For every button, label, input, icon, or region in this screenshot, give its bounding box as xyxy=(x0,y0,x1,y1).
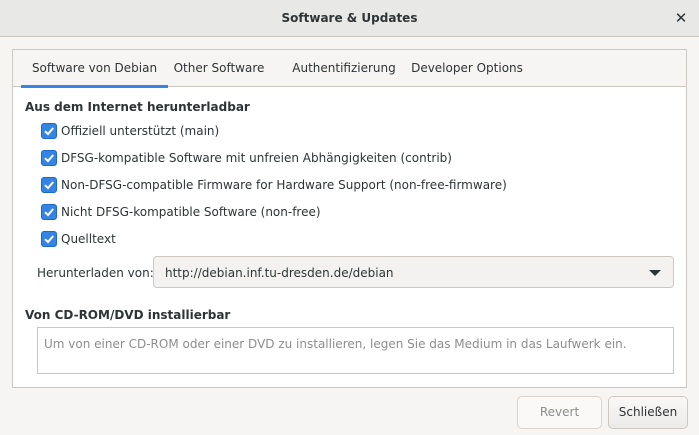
component-non-free[interactable]: Nicht DFSG-kompatible Software (non-free… xyxy=(41,203,321,221)
component-source[interactable]: Quelltext xyxy=(41,230,116,248)
download-from-label: Herunterladen von: xyxy=(37,266,154,280)
titlebar: Software & Updates ✕ xyxy=(0,0,699,37)
revert-button[interactable]: Revert xyxy=(517,396,602,429)
notebook: Software von Debian Other Software Authe… xyxy=(12,49,687,388)
close-button[interactable]: Schließen xyxy=(608,396,688,429)
mirror-value: http://debian.inf.tu-dresden.de/debian xyxy=(165,266,394,280)
tab-other-software[interactable]: Other Software xyxy=(168,50,270,87)
cdrom-list: Um von einer CD-ROM oder einer DVD zu in… xyxy=(37,327,674,374)
non-free-label: Nicht DFSG-kompatible Software (non-free… xyxy=(61,205,321,219)
internet-section-heading: Aus dem Internet herunterladbar xyxy=(25,100,250,114)
tab-bar: Software von Debian Other Software Authe… xyxy=(13,50,686,88)
mirror-dropdown[interactable]: http://debian.inf.tu-dresden.de/debian xyxy=(153,256,674,288)
component-non-free-firmware[interactable]: Non-DFSG-compatible Firmware for Hardwar… xyxy=(41,176,507,194)
contrib-checkbox[interactable] xyxy=(41,150,57,166)
chevron-down-icon xyxy=(649,270,661,276)
tab-developer-options[interactable]: Developer Options xyxy=(409,50,525,87)
checkmark-icon xyxy=(44,181,54,190)
non-free-firmware-checkbox[interactable] xyxy=(41,177,57,193)
main-label: Offiziell unterstützt (main) xyxy=(61,124,220,138)
component-main[interactable]: Offiziell unterstützt (main) xyxy=(41,122,219,140)
source-checkbox[interactable] xyxy=(41,231,57,247)
checkmark-icon xyxy=(44,127,54,136)
non-free-checkbox[interactable] xyxy=(41,204,57,220)
checkmark-icon xyxy=(44,208,54,217)
tab-authentifizierung[interactable]: Authentifizierung xyxy=(280,50,408,87)
cdrom-section-heading: Von CD-ROM/DVD installierbar xyxy=(25,308,231,322)
component-contrib[interactable]: DFSG-kompatible Software mit unfreien Ab… xyxy=(41,149,452,167)
source-label: Quelltext xyxy=(61,232,116,246)
checkmark-icon xyxy=(44,154,54,163)
checkmark-icon xyxy=(44,235,54,244)
main-checkbox[interactable] xyxy=(41,123,57,139)
close-icon[interactable]: ✕ xyxy=(672,9,690,27)
window-title: Software & Updates xyxy=(281,11,418,25)
cdrom-message: Um von einer CD-ROM oder einer DVD zu in… xyxy=(44,337,627,351)
contrib-label: DFSG-kompatible Software mit unfreien Ab… xyxy=(61,151,452,165)
tab-software-von-debian[interactable]: Software von Debian xyxy=(21,50,168,88)
non-free-firmware-label: Non-DFSG-compatible Firmware for Hardwar… xyxy=(61,178,507,192)
